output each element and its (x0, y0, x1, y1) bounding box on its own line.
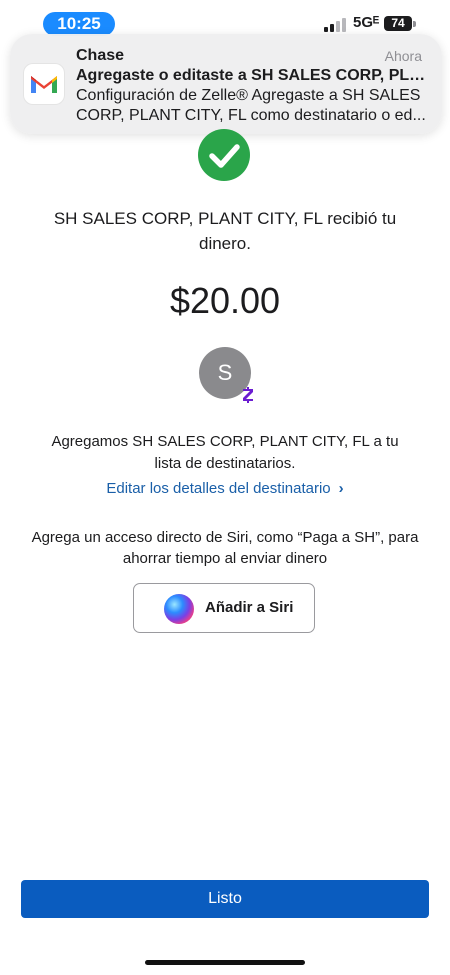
edit-recipient-label: Editar los detalles del destinatario (106, 480, 331, 497)
checkmark-icon (198, 129, 250, 181)
battery-cap (413, 21, 416, 27)
notification-app-name: Chase (76, 47, 125, 64)
add-to-siri-button[interactable]: Añadir a Siri (133, 583, 315, 633)
transfer-amount: $20.00 (169, 280, 281, 321)
cellular-signal-icon (324, 18, 348, 32)
siri-icon (164, 594, 194, 624)
siri-shortcut-message: Agrega un acceso directo de Siri, como “… (31, 529, 419, 567)
received-message: SH SALES CORP, PLANT CITY, FL recibió tu… (53, 209, 397, 253)
notification-title: Agregaste o editaste a SH SALES CORP, PL… (76, 67, 426, 84)
chevron-right-icon: › (338, 480, 344, 497)
status-time[interactable]: 10:25 (43, 12, 115, 36)
done-button[interactable]: Listo (21, 880, 429, 918)
notification-time: Ahora (384, 48, 422, 64)
battery-icon: 74 (384, 16, 412, 31)
gmail-icon (24, 64, 64, 104)
home-indicator[interactable] (145, 960, 305, 965)
add-to-siri-label: Añadir a Siri (205, 599, 294, 616)
network-indicator: 5Gᴱ (353, 14, 380, 31)
zelle-icon (240, 386, 256, 404)
notification-body: Configuración de Zelle® Agregaste a SH S… (76, 87, 426, 124)
recipient-added-message: Agregamos SH SALES CORP, PLANT CITY, FL … (51, 433, 399, 472)
edit-recipient-link[interactable]: Editar los detalles del destinatario › (0, 480, 450, 497)
notification-banner[interactable]: Chase Ahora Agregaste o editaste a SH SA… (10, 34, 442, 134)
